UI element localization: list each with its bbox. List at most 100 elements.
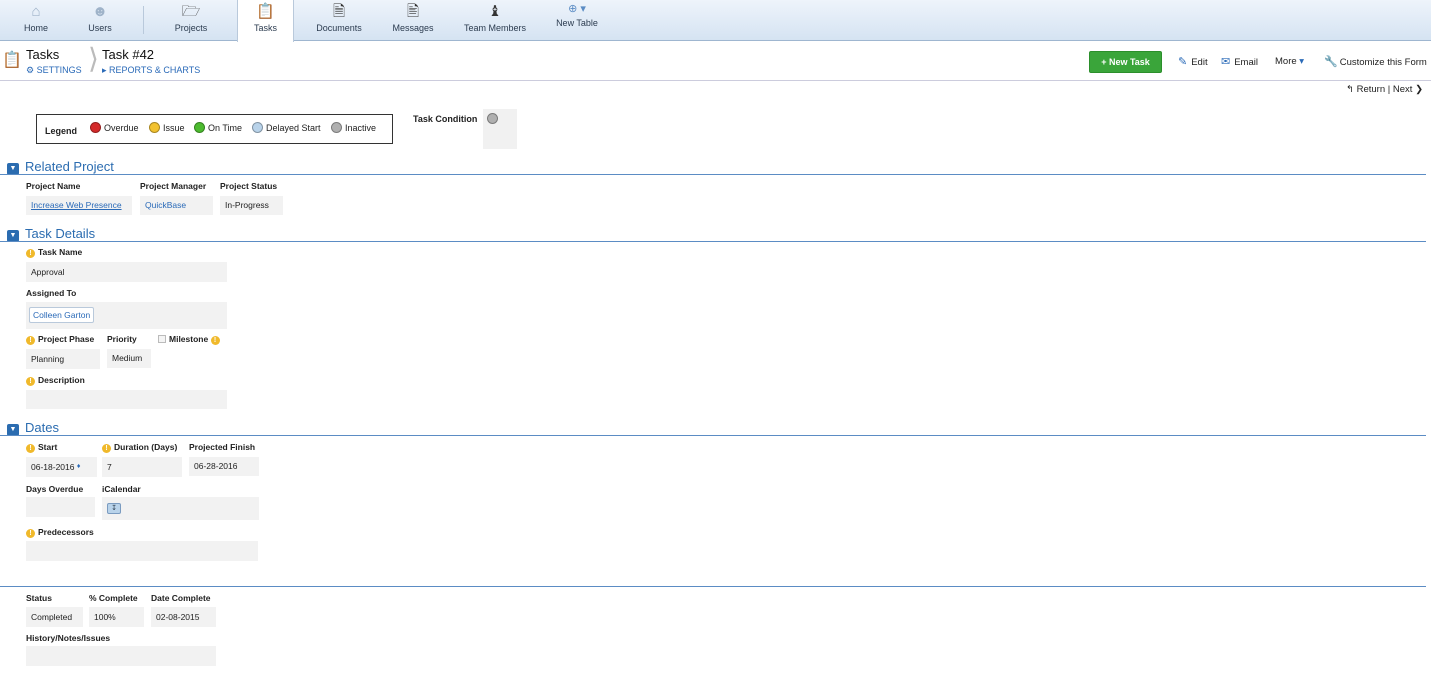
legend-overdue: Overdue (90, 122, 139, 133)
nav-projects[interactable]: 🗁 Projects (165, 0, 217, 41)
date-complete-label: Date Complete (151, 593, 211, 603)
days-overdue-label: Days Overdue (26, 484, 84, 494)
return-next-nav: ↰ Return | Next ❯ (1346, 84, 1424, 95)
nav-users[interactable]: ☻ Users (80, 0, 120, 41)
nav-new-table[interactable]: ⊕ ▾ New Table (552, 0, 602, 41)
status-value: Completed (26, 607, 83, 627)
required-info-icon: ! (210, 336, 220, 345)
next-link[interactable]: Next (1393, 84, 1413, 95)
chevron-down-icon: ▾ (1299, 56, 1305, 67)
percent-complete-label: % Complete (89, 593, 138, 603)
section-task-details[interactable]: ▼ Task Details (7, 226, 95, 242)
priority-label: Priority (107, 334, 137, 344)
task-condition-value (483, 109, 517, 149)
projected-finish-label: Projected Finish (189, 442, 256, 452)
table-title: Tasks (26, 47, 60, 62)
chess-piece-icon: ♝ (488, 3, 502, 20)
nav-home[interactable]: ⌂ Home (16, 0, 56, 41)
project-manager-value: QuickBase (140, 196, 213, 215)
nav-tasks[interactable]: 📋 Tasks (237, 0, 294, 42)
return-link[interactable]: Return (1357, 84, 1386, 95)
breadcrumb-separator: ⟩ (88, 43, 99, 74)
chevron-right-icon: ❯ (1415, 84, 1424, 95)
required-info-icon: ! (26, 377, 35, 386)
clock-dot-icon (252, 122, 263, 133)
history-notes-value (26, 646, 216, 666)
new-task-button[interactable]: + New Task (1089, 51, 1162, 73)
description-label: ! Description (26, 375, 85, 386)
date-complete-value: 02-08-2015 (151, 607, 216, 627)
milestone-checkbox[interactable] (158, 335, 166, 343)
triangle-right-icon: ▸ (102, 65, 107, 75)
documents-icon: 🗎 (332, 3, 346, 20)
status-label: Status (26, 593, 52, 603)
nav-documents[interactable]: 🗎 Documents (311, 0, 367, 41)
messages-icon: 🖹 (406, 3, 420, 20)
gear-icon: ⚙ (26, 65, 35, 75)
assignee-chip[interactable]: Colleen Garton (29, 307, 95, 323)
section-dates[interactable]: ▼ Dates (7, 420, 59, 436)
days-overdue-value (26, 497, 95, 517)
record-title: Task #42 (102, 47, 155, 62)
legend-on-time: On Time (194, 122, 242, 133)
customize-form-button[interactable]: 🔧 Customize this Form (1324, 55, 1427, 68)
pencil-icon: ✎ (1178, 56, 1188, 68)
return-arrow-icon: ↰ (1346, 84, 1354, 95)
priority-value: Medium (107, 349, 151, 368)
red-dot-icon (90, 122, 101, 133)
task-name-label: ! Task Name (26, 247, 82, 258)
task-condition-label: Task Condition (413, 114, 478, 124)
required-info-icon: ! (26, 249, 35, 258)
yellow-dot-icon (149, 122, 160, 133)
projected-finish-value: 06-28-2016 (189, 457, 259, 476)
start-value: 06-18-2016 ♦ (26, 457, 97, 477)
reports-charts-link[interactable]: ▸ REPORTS & CHARTS (102, 65, 200, 76)
description-value (26, 390, 227, 409)
project-name-label: Project Name (26, 181, 81, 191)
section-divider (0, 586, 1426, 587)
project-phase-value: Planning (26, 349, 100, 369)
wrench-icon: 🔧 (1324, 56, 1338, 68)
start-label: ! Start (26, 442, 57, 453)
predecessors-value (26, 541, 258, 561)
percent-complete-value: 100% (89, 607, 144, 627)
settings-link[interactable]: ⚙ SETTINGS (26, 65, 82, 76)
envelope-icon: ✉ (1221, 56, 1231, 68)
icalendar-value: ↧ (102, 497, 259, 520)
users-icon: ☻ (92, 3, 108, 20)
gray-dot-icon (487, 113, 498, 124)
project-manager-link[interactable]: QuickBase (145, 200, 186, 210)
legend-issue: Issue (149, 122, 185, 133)
nav-divider (143, 6, 144, 34)
folder-icon: 🗁 (181, 3, 201, 20)
plus-circle-icon: ⊕ ▾ (568, 3, 586, 15)
calendar-marker-icon: ♦ (76, 463, 81, 470)
email-button[interactable]: ✉ Email (1221, 55, 1258, 68)
assigned-to-label: Assigned To (26, 288, 77, 298)
task-name-value: Approval (26, 262, 227, 282)
page-header: 📋 Tasks ⚙ SETTINGS ⟩ Task #42 ▸ REPORTS … (0, 42, 1431, 81)
legend-box: Legend Overdue Issue On Time Delayed Sta… (36, 114, 393, 144)
project-manager-label: Project Manager (140, 181, 207, 191)
green-dot-icon (194, 122, 205, 133)
milestone-field: Milestone ! (158, 334, 223, 345)
more-menu[interactable]: More ▾ (1275, 56, 1304, 67)
project-phase-label: ! Project Phase (26, 334, 94, 345)
section-divider (0, 174, 1426, 175)
edit-button[interactable]: ✎ Edit (1178, 55, 1208, 68)
assigned-to-value: Colleen Garton (26, 302, 227, 329)
predecessors-label: ! Predecessors (26, 527, 94, 538)
project-name-link[interactable]: Increase Web Presence (31, 200, 122, 210)
project-name-value: Increase Web Presence (26, 196, 132, 215)
nav-team-members[interactable]: ♝ Team Members (459, 0, 531, 41)
project-status-label: Project Status (220, 181, 278, 191)
icalendar-download-icon[interactable]: ↧ (107, 503, 121, 514)
duration-value: 7 (102, 457, 182, 477)
nav-messages[interactable]: 🖹 Messages (388, 0, 438, 41)
section-related-project[interactable]: ▼ Related Project (7, 159, 114, 175)
clipboard-icon: 📋 (256, 3, 275, 20)
legend-inactive: Inactive (331, 122, 376, 133)
section-divider (0, 241, 1426, 242)
gray-dot-icon (331, 122, 342, 133)
project-status-value: In-Progress (220, 196, 283, 215)
